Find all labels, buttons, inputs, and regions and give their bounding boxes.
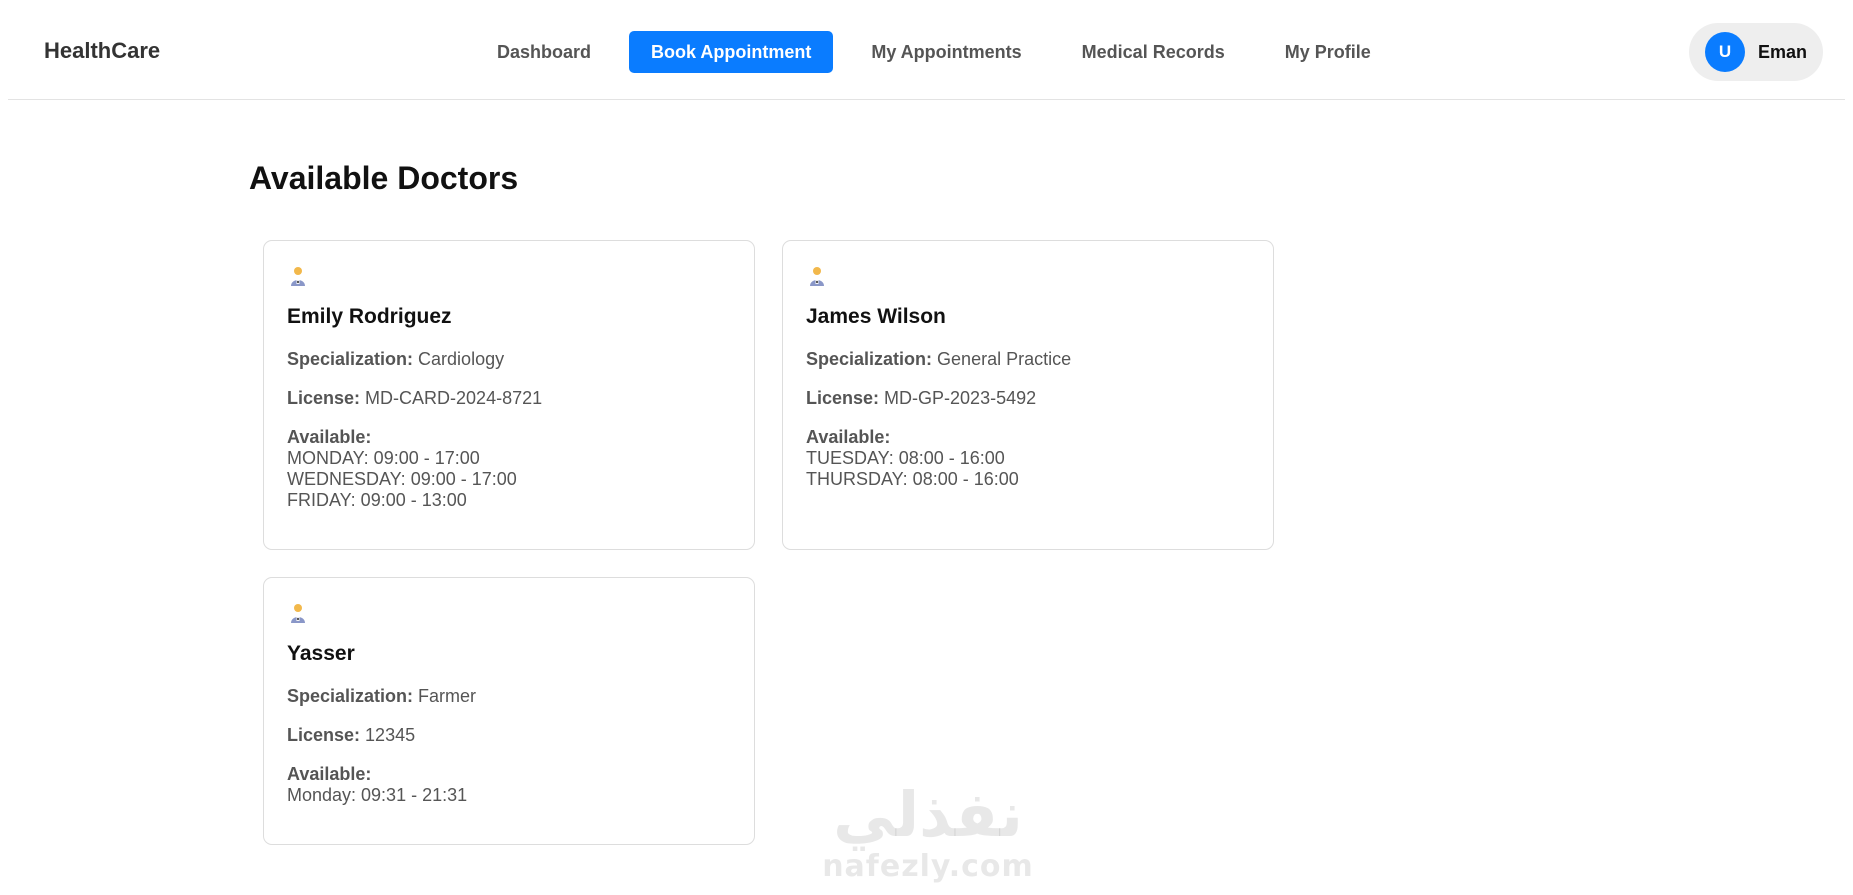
license-value: MD-CARD-2024-8721	[365, 388, 543, 408]
watermark-url: nafezly.com	[822, 849, 1034, 884]
specialization-label: Specialization:	[287, 349, 414, 369]
license-field: License: MD-GP-2023-5492	[806, 388, 1250, 409]
main-nav: Dashboard Book Appointment My Appointmen…	[475, 31, 1409, 73]
specialization-field: Specialization: General Practice	[806, 349, 1250, 370]
specialization-value: Cardiology	[418, 349, 505, 369]
availability-field: Available: Monday: 09:31 - 21:31	[287, 764, 731, 806]
nav-dashboard[interactable]: Dashboard	[475, 31, 613, 73]
availability-label: Available:	[806, 427, 891, 447]
doctor-card[interactable]: Yasser Specialization: Farmer License: 1…	[263, 577, 755, 845]
availability-slot: MONDAY: 09:00 - 17:00	[287, 448, 480, 468]
avatar: U	[1705, 32, 1745, 72]
specialization-value: Farmer	[418, 686, 477, 706]
license-field: License: MD-CARD-2024-8721	[287, 388, 731, 409]
watermark: نفذلي nafezly.com	[818, 780, 1038, 884]
specialization-value: General Practice	[937, 349, 1072, 369]
page-title: Available Doctors	[249, 160, 519, 196]
nav-medical-records[interactable]: Medical Records	[1060, 31, 1247, 73]
availability-label: Available:	[287, 764, 372, 784]
user-name: Eman	[1758, 41, 1808, 62]
brand-logo[interactable]: HealthCare	[44, 38, 160, 64]
license-label: License:	[806, 388, 880, 408]
availability-field: Available: MONDAY: 09:00 - 17:00 WEDNESD…	[287, 427, 731, 511]
doctor-name: Emily Rodriguez	[287, 305, 452, 328]
doctor-icon	[810, 267, 824, 286]
doctor-icon	[291, 604, 305, 623]
availability-slot: Monday: 09:31 - 21:31	[287, 785, 468, 805]
license-label: License:	[287, 388, 361, 408]
availability-slot: FRIDAY: 09:00 - 13:00	[287, 490, 467, 510]
license-value: 12345	[365, 725, 416, 745]
availability-slot: TUESDAY: 08:00 - 16:00	[806, 448, 1005, 468]
license-label: License:	[287, 725, 361, 745]
specialization-field: Specialization: Farmer	[287, 686, 731, 707]
availability-field: Available: TUESDAY: 08:00 - 16:00 THURSD…	[806, 427, 1250, 490]
availability-slot: THURSDAY: 08:00 - 16:00	[806, 469, 1019, 489]
doctor-name: Yasser	[287, 642, 355, 665]
nav-my-profile[interactable]: My Profile	[1263, 31, 1393, 73]
license-field: License: 12345	[287, 725, 731, 746]
doctor-card[interactable]: Emily Rodriguez Specialization: Cardiolo…	[263, 240, 755, 550]
doctor-icon	[291, 267, 305, 286]
nav-my-appointments[interactable]: My Appointments	[849, 31, 1043, 73]
user-menu[interactable]: U Eman	[1689, 23, 1823, 81]
specialization-label: Specialization:	[287, 686, 414, 706]
nav-book-appointment[interactable]: Book Appointment	[629, 31, 834, 73]
specialization-label: Specialization:	[806, 349, 933, 369]
top-navbar: HealthCare Dashboard Book Appointment My…	[8, 0, 1845, 100]
doctor-name: James Wilson	[806, 305, 946, 328]
doctor-card[interactable]: James Wilson Specialization: General Pra…	[782, 240, 1274, 550]
watermark-arabic: نفذلي	[833, 778, 1023, 851]
availability-slot: WEDNESDAY: 09:00 - 17:00	[287, 469, 517, 489]
availability-label: Available:	[287, 427, 372, 447]
license-value: MD-GP-2023-5492	[884, 388, 1037, 408]
specialization-field: Specialization: Cardiology	[287, 349, 731, 370]
